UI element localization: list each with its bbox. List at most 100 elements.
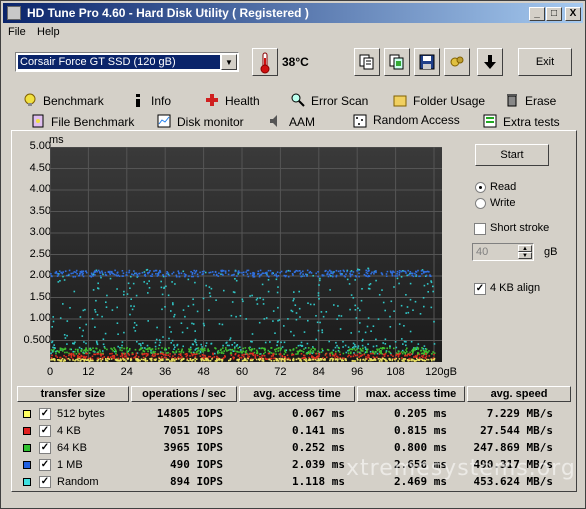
data-point (278, 347, 280, 349)
data-point (165, 356, 167, 359)
data-point (238, 354, 240, 357)
data-point (131, 273, 133, 275)
data-point (358, 352, 361, 355)
tab-disk-monitor[interactable]: Disk monitor (151, 112, 251, 131)
data-point (314, 357, 316, 359)
temperature-button[interactable] (252, 48, 278, 76)
data-point (126, 347, 128, 349)
stroke-size-spinner[interactable]: 40 ▲ ▼ (472, 243, 534, 261)
data-point (81, 358, 84, 360)
tab-folder-usage[interactable]: Folder Usage (387, 91, 491, 110)
data-point (277, 350, 280, 352)
series-checkbox[interactable]: ✓ (39, 442, 51, 454)
tab-random-access[interactable]: Random Access (347, 110, 471, 131)
chevron-down-icon[interactable]: ▼ (221, 54, 237, 70)
data-point (164, 306, 166, 308)
x-tick-label: 36 (159, 366, 172, 378)
data-point (410, 353, 413, 355)
align-checkbox[interactable]: ✓ (474, 283, 486, 295)
data-point (331, 275, 334, 277)
data-point (201, 348, 204, 350)
data-point (117, 333, 119, 335)
data-point (303, 275, 305, 277)
data-point (93, 353, 95, 356)
series-checkbox[interactable]: ✓ (39, 459, 51, 471)
data-point (238, 358, 240, 361)
data-point (273, 357, 275, 360)
data-point (403, 340, 406, 343)
menu-help[interactable]: Help (37, 26, 60, 38)
data-point (422, 297, 425, 299)
data-point (303, 358, 305, 361)
data-point (297, 351, 299, 353)
data-point (331, 359, 334, 362)
options-button[interactable] (444, 48, 470, 76)
minimize-button[interactable]: _ (529, 7, 545, 21)
download-button[interactable] (477, 48, 503, 76)
series-checkbox[interactable]: ✓ (39, 408, 51, 420)
data-point (211, 358, 213, 360)
data-point (299, 358, 302, 360)
data-point (251, 353, 254, 356)
data-point (137, 275, 139, 277)
data-point (426, 283, 429, 285)
data-point (165, 358, 168, 361)
series-checkbox[interactable]: ✓ (39, 425, 51, 437)
write-radio[interactable] (475, 198, 486, 209)
series-checkbox[interactable]: ✓ (39, 476, 51, 488)
data-point (299, 350, 301, 352)
data-point (113, 273, 116, 276)
data-point (263, 318, 266, 320)
exit-button[interactable]: Exit (518, 48, 572, 76)
data-point (413, 347, 416, 350)
tab-error-scan[interactable]: Error Scan (285, 91, 381, 110)
spin-up-icon[interactable]: ▲ (518, 245, 532, 252)
data-point (214, 270, 217, 273)
data-point (147, 320, 149, 322)
y-tick-label: 1.50 (29, 290, 51, 303)
tab-extra-tests[interactable]: Extra tests (477, 112, 573, 131)
data-point (121, 344, 123, 347)
series-color-swatch (23, 410, 31, 418)
data-point (74, 351, 76, 353)
tab-file-benchmark[interactable]: File Benchmark (25, 112, 143, 131)
data-point (384, 309, 386, 312)
data-point (430, 280, 432, 282)
data-point (396, 277, 399, 280)
menu-file[interactable]: File (8, 26, 26, 38)
data-point (405, 312, 407, 314)
drive-select[interactable]: Corsair Force GT SSD (120 gB) ▼ (15, 52, 239, 72)
data-point (188, 350, 191, 353)
data-point (52, 316, 54, 318)
data-point (105, 358, 107, 360)
data-point (404, 352, 406, 354)
tab-aam[interactable]: AAM (263, 112, 339, 131)
table-row: ✓ 512 bytes 14805 IOPS 0.067 ms 0.205 ms 7.22… (17, 406, 572, 422)
short-stroke-checkbox[interactable] (474, 223, 486, 235)
data-point (308, 271, 311, 274)
data-point (406, 354, 408, 357)
tab-info[interactable]: Info (125, 91, 187, 110)
data-point (318, 355, 320, 357)
tab-health[interactable]: Health (199, 91, 275, 110)
avg-access-value: 2.039 ms (292, 458, 345, 471)
title-bar[interactable]: HD Tune Pro 4.60 - Hard Disk Utility ( R… (3, 3, 583, 23)
close-button[interactable]: X (565, 7, 581, 21)
copy-screenshot-button[interactable] (384, 48, 410, 76)
data-point (121, 270, 124, 272)
data-point (430, 358, 433, 361)
data-point (389, 326, 392, 328)
spin-down-icon[interactable]: ▼ (518, 252, 532, 259)
copy-text-button[interactable] (354, 48, 380, 76)
data-point (390, 271, 392, 274)
data-point (279, 358, 281, 360)
data-point (420, 270, 423, 272)
read-radio[interactable] (475, 182, 486, 193)
data-point (238, 351, 240, 353)
save-button[interactable] (414, 48, 440, 76)
tab-erase[interactable]: Erase (499, 91, 569, 110)
maximize-button[interactable]: □ (546, 7, 562, 21)
tab-benchmark[interactable]: Benchmark (17, 91, 121, 110)
start-button[interactable]: Start (475, 144, 549, 166)
data-point (297, 353, 299, 355)
